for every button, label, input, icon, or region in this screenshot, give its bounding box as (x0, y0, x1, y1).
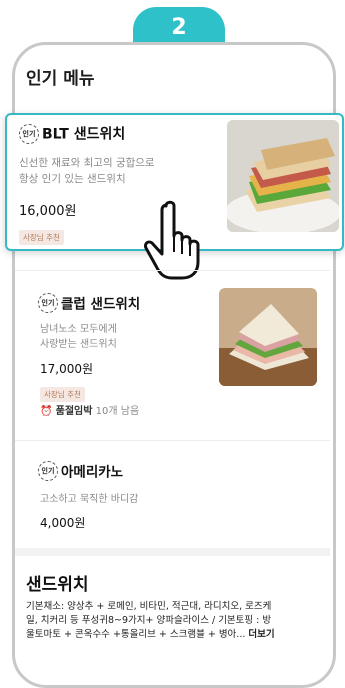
stock-label: 품절임박 (55, 406, 93, 417)
section-title: 인기 메뉴 (26, 69, 95, 89)
popular-badge-icon: 인기 (38, 460, 58, 481)
stock-status: ⏰ 품절임박 10개 남음 (40, 402, 139, 417)
menu-item-price: 17,000원 (40, 362, 94, 376)
menu-item-desc: 항상 인기 있는 샌드위치 (19, 173, 126, 185)
menu-item-club[interactable]: 인기 클럽 샌드위치 남녀노소 모두에게 사랑받는 샌드위치 17,000원 사장… (15, 278, 330, 438)
section-divider (15, 548, 330, 556)
menu-item-desc: 고소하고 묵직한 바디감 (40, 494, 139, 505)
owner-recommend-tag: 사장님 추천 (40, 387, 85, 402)
category-description: 기본채소: 양상추 + 로메인, 비타민, 적근대, 라디치오, 로즈케 일, … (26, 600, 326, 642)
owner-recommend-tag: 사장님 추천 (19, 230, 64, 245)
menu-item-name: 클럽 샌드위치 (61, 296, 141, 313)
menu-item-desc: 신선한 재료와 최고의 궁합으로 (19, 157, 155, 169)
menu-item-desc: 사랑받는 샌드위치 (40, 339, 117, 350)
menu-item-name: BLT 샌드위치 (42, 126, 126, 143)
category-desc-line: 울토마토 + 콘옥수수 +통올리브 + 스크램블 + 병아... (26, 629, 246, 640)
more-link[interactable]: 더보기 (248, 629, 274, 640)
stock-remaining: 10개 남음 (95, 406, 140, 417)
menu-item-image (227, 120, 339, 232)
menu-item-price: 16,000원 (19, 204, 77, 219)
menu-item-name: 아메리카노 (61, 464, 124, 481)
menu-item-americano[interactable]: 인기 아메리카노 고소하고 묵직한 바디감 4,000원 (15, 450, 330, 545)
menu-item-desc: 남녀노소 모두에게 (40, 324, 117, 335)
divider (15, 440, 330, 441)
popular-badge-icon: 인기 (38, 292, 58, 313)
category-desc-line: 일, 치커리 등 푸성귀8~9가지+ 양파슬라이스 / 기본토핑 : 방 (26, 615, 272, 626)
menu-item-header: 인기 BLT 샌드위치 (19, 123, 125, 144)
category-title: 샌드위치 (26, 575, 89, 595)
alarm-clock-icon: ⏰ (40, 406, 53, 417)
popular-badge-icon: 인기 (19, 123, 39, 144)
divider (15, 270, 330, 271)
category-desc-line: 기본채소: 양상추 + 로메인, 비타민, 적근대, 라디치오, 로즈케 (26, 601, 272, 612)
menu-item-price: 4,000원 (40, 516, 86, 530)
menu-item-image (219, 288, 317, 386)
